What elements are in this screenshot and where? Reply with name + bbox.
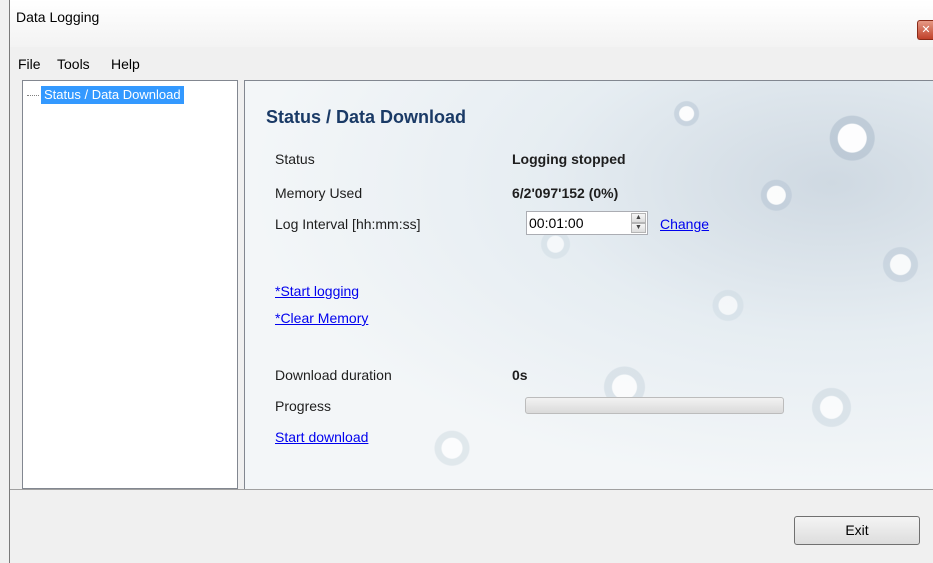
status-panel: Status / Data Download Status Logging st… [244, 80, 933, 490]
progress-label: Progress [275, 398, 332, 414]
tree-connector [27, 95, 39, 96]
window-title: Data Logging [16, 9, 100, 25]
start-download-link[interactable]: Start download [275, 429, 368, 445]
log-interval-spinner[interactable]: ▲ ▼ [526, 211, 648, 235]
menu-tools[interactable]: Tools [55, 56, 92, 72]
change-interval-link[interactable]: Change [660, 216, 709, 232]
download-duration-value: 0s [512, 367, 528, 383]
clear-memory-link[interactable]: *Clear Memory [275, 310, 368, 326]
pane-splitter[interactable] [239, 80, 243, 489]
data-logging-window: Data Logging ✕ File Tools Help Status / … [9, 0, 933, 563]
download-duration-label: Download duration [275, 367, 392, 383]
log-interval-label: Log Interval [hh:mm:ss] [275, 216, 421, 232]
download-progress-bar [525, 397, 784, 414]
memory-used-label: Memory Used [275, 185, 363, 201]
spinner-buttons: ▲ ▼ [631, 213, 646, 233]
spinner-up-icon[interactable]: ▲ [631, 213, 646, 223]
exit-button[interactable]: Exit [794, 516, 920, 545]
footer-divider [10, 489, 933, 490]
navigation-tree: Status / Data Download [22, 80, 238, 489]
status-label: Status [275, 151, 315, 167]
menu-bar: File Tools Help [10, 54, 933, 78]
panel-title: Status / Data Download [266, 107, 467, 127]
status-value: Logging stopped [512, 151, 626, 167]
menu-help[interactable]: Help [109, 56, 142, 72]
tree-node-label[interactable]: Status / Data Download [41, 86, 184, 104]
memory-used-value: 6/2'097'152 (0%) [512, 185, 619, 201]
menu-file[interactable]: File [16, 56, 43, 72]
log-interval-input[interactable] [529, 214, 625, 232]
title-bar: Data Logging ✕ [10, 0, 933, 47]
spinner-down-icon[interactable]: ▼ [631, 223, 646, 233]
close-icon[interactable]: ✕ [917, 20, 933, 40]
start-logging-link[interactable]: *Start logging [275, 283, 359, 299]
